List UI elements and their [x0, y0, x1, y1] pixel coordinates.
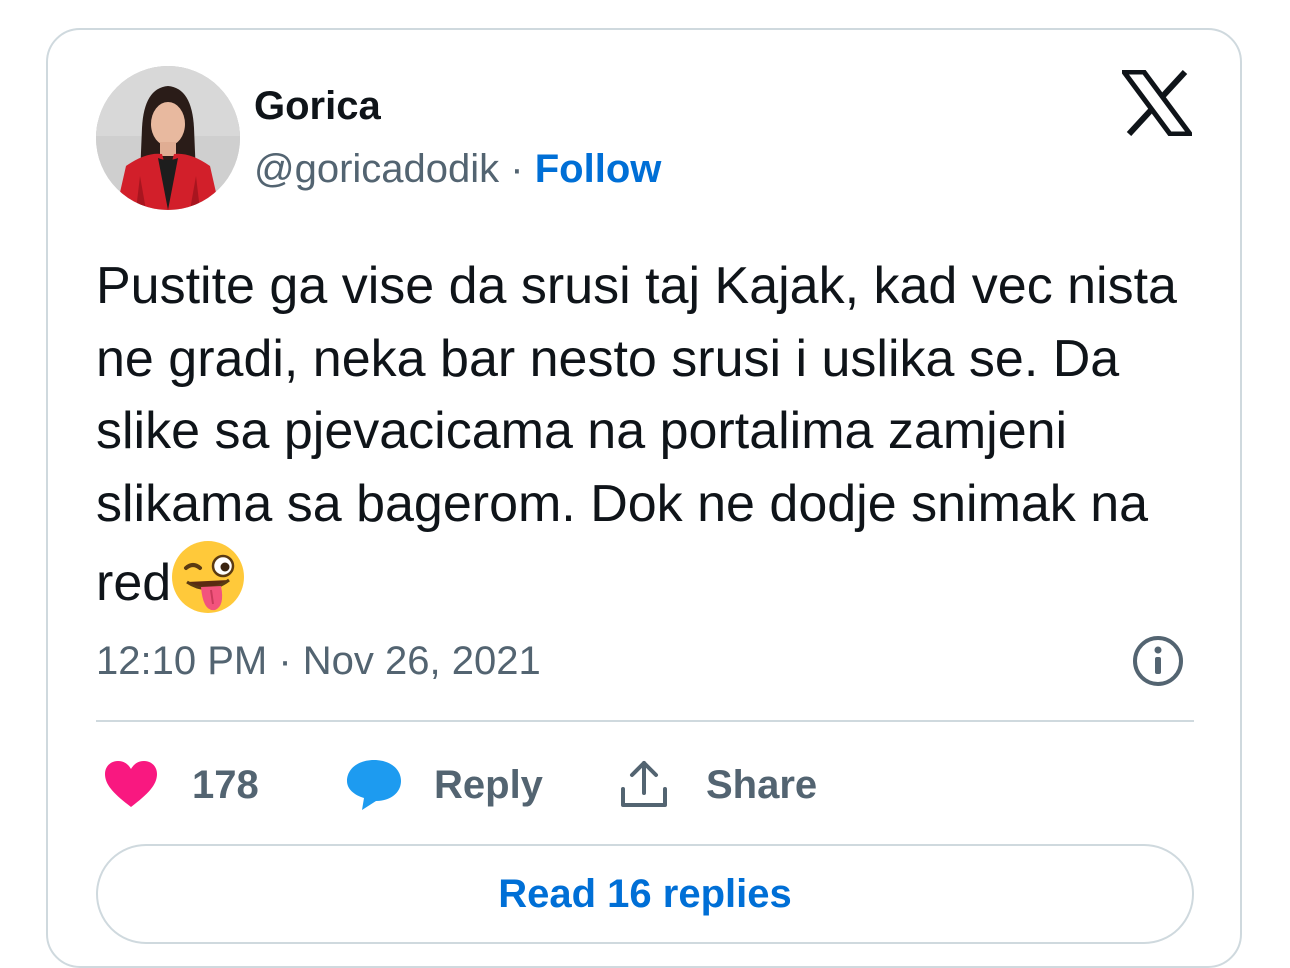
- follow-button[interactable]: Follow: [535, 147, 662, 191]
- avatar[interactable]: [96, 66, 240, 210]
- reply-label: Reply: [434, 762, 543, 807]
- author-handle-row: @goricadodik · Follow: [254, 144, 661, 194]
- author-display-name[interactable]: Gorica: [254, 82, 381, 130]
- author-handle[interactable]: @goricadodik: [254, 147, 499, 191]
- heart-icon: [104, 760, 158, 810]
- reply-button[interactable]: Reply: [346, 758, 543, 812]
- x-logo-icon[interactable]: [1119, 69, 1195, 137]
- share-button[interactable]: Share: [618, 758, 817, 812]
- like-button[interactable]: 178: [104, 758, 259, 812]
- read-replies-label: Read 16 replies: [498, 872, 792, 916]
- share-label: Share: [706, 762, 818, 807]
- divider: [96, 720, 1194, 722]
- like-count: 178: [192, 762, 259, 807]
- handle-separator: ·: [499, 147, 535, 191]
- tweet-text: Pustite ga vise da srusi taj Kajak, kad …: [96, 250, 1206, 620]
- read-replies-button[interactable]: Read 16 replies: [96, 844, 1194, 944]
- info-icon[interactable]: [1132, 635, 1184, 687]
- tweet-body: Pustite ga vise da srusi taj Kajak, kad …: [96, 257, 1177, 612]
- speech-bubble-icon: [346, 758, 402, 812]
- upload-share-icon: [618, 759, 670, 811]
- winking-face-with-tongue-icon: [171, 540, 245, 614]
- tweet-timestamp[interactable]: 12:10 PM · Nov 26, 2021: [96, 636, 541, 686]
